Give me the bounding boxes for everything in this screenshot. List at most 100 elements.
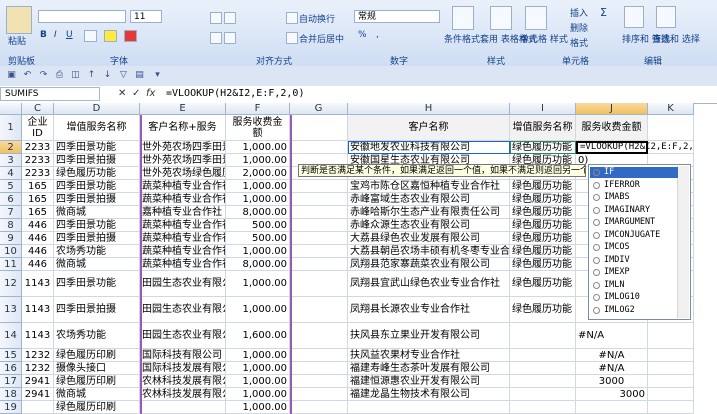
row-header[interactable]: 3 <box>0 154 22 167</box>
cell[interactable]: 福建恒源惠农业开发有限公司 <box>348 375 510 388</box>
row-header[interactable]: 1 <box>0 115 22 141</box>
row-header[interactable]: 17 <box>0 375 22 388</box>
cell[interactable]: 446 <box>22 219 54 232</box>
cell[interactable] <box>290 362 348 375</box>
insert-button[interactable]: 插入 <box>570 6 588 19</box>
row-header[interactable]: 10 <box>0 245 22 258</box>
cell[interactable]: 1232 <box>22 362 54 375</box>
cell-style-icon[interactable] <box>525 6 547 30</box>
cell[interactable] <box>510 323 576 349</box>
chart-icon[interactable]: ▤ <box>134 70 145 81</box>
cell[interactable]: 3000 <box>576 388 648 401</box>
autocomplete-item[interactable]: IF <box>590 167 678 178</box>
fill-color-icon[interactable] <box>104 30 117 42</box>
autocomplete-item[interactable]: IMCONJUGATE <box>590 230 678 241</box>
cell[interactable]: 1143 <box>22 297 54 323</box>
column-header-g[interactable]: G <box>290 103 348 115</box>
cell[interactable]: 绿色履历印刷 <box>54 375 140 388</box>
row-header[interactable]: 14 <box>0 323 22 349</box>
cell[interactable]: 绿色履历功能 <box>510 258 576 271</box>
cell[interactable]: 绿色履历功能 <box>510 193 576 206</box>
cell[interactable]: 446 <box>22 258 54 271</box>
sort-desc-icon[interactable]: ↓ <box>102 70 113 81</box>
table-header-cell[interactable] <box>290 115 348 141</box>
underline-button[interactable]: U <box>66 30 73 40</box>
autosum-button[interactable]: Σ <box>600 6 607 19</box>
cell[interactable]: 绿色履历功能 <box>510 245 576 258</box>
align-center-icon[interactable] <box>224 32 236 44</box>
paste-icon[interactable] <box>6 6 32 34</box>
align-middle-icon[interactable] <box>224 12 236 24</box>
wrap-text-button[interactable]: 自动换行 <box>299 12 335 25</box>
cell[interactable] <box>576 401 648 414</box>
cell[interactable]: 四季田景拍摄 <box>54 297 140 323</box>
autocomplete-item[interactable]: IMLN <box>590 280 678 291</box>
table-header-cell[interactable]: 客户名称 <box>348 115 510 141</box>
row-header[interactable]: 5 <box>0 180 22 193</box>
redo-icon[interactable]: ↷ <box>38 70 49 81</box>
column-header-j[interactable]: J <box>576 103 648 115</box>
font-color-icon[interactable] <box>124 30 137 42</box>
row-header[interactable]: 4 <box>0 167 22 180</box>
cell[interactable]: 446 <box>22 232 54 245</box>
undo-icon[interactable]: ↶ <box>22 70 33 81</box>
cell[interactable] <box>648 375 694 388</box>
cell[interactable] <box>290 375 348 388</box>
cell[interactable] <box>648 349 694 362</box>
cell[interactable]: 2233 <box>22 167 54 180</box>
cell[interactable] <box>290 193 348 206</box>
font-size-select[interactable]: 11 <box>130 10 162 23</box>
cell[interactable]: 2233 <box>22 154 54 167</box>
table-header-cell[interactable]: 增值服务名称 <box>510 115 576 141</box>
bold-button[interactable]: B <box>40 30 47 40</box>
column-header-e[interactable]: E <box>140 103 226 115</box>
cell[interactable]: 绿色履历功能 <box>510 219 576 232</box>
column-header-d[interactable]: D <box>54 103 140 115</box>
select-all-corner[interactable] <box>0 103 22 115</box>
cell[interactable]: 3000 <box>576 375 648 388</box>
font-name-select[interactable] <box>38 10 126 23</box>
cell[interactable]: 四季田景拍摄 <box>54 232 140 245</box>
autocomplete-item[interactable]: IMCOS <box>590 242 678 253</box>
cell[interactable] <box>290 271 348 297</box>
cell[interactable]: 绿色履历功能 <box>510 206 576 219</box>
cell[interactable] <box>22 401 54 414</box>
cell[interactable]: 微商城 <box>54 258 140 271</box>
cell[interactable]: 赤峰哈斯尔生态产业有限责任公司 <box>348 206 510 219</box>
cell[interactable]: 福建寿峰生态茶叶发展有限公司 <box>348 362 510 375</box>
cell[interactable]: 微商城 <box>54 388 140 401</box>
cell[interactable]: 微商城 <box>54 206 140 219</box>
formula-input[interactable]: =VLOOKUP(H2&I2,E:F,2,0) <box>166 88 304 99</box>
sort-filter-icon[interactable] <box>624 6 644 28</box>
align-left-icon[interactable] <box>210 32 222 44</box>
cancel-icon[interactable]: ✕ <box>118 88 126 99</box>
cell[interactable] <box>290 401 348 414</box>
cell[interactable]: =VLOOKUP(H2&I2,E:F,2, <box>576 141 694 154</box>
autocomplete-item[interactable]: IMLOG10 <box>590 292 678 303</box>
cell[interactable]: 绿色履历印刷 <box>54 349 140 362</box>
row-header[interactable]: 15 <box>0 349 22 362</box>
cell[interactable] <box>290 258 348 271</box>
cell[interactable]: #N/A <box>576 323 648 349</box>
table-header-cell[interactable]: 企业 ID <box>22 115 54 141</box>
cell[interactable] <box>510 349 576 362</box>
cell[interactable]: 绿色履历功能 <box>54 167 140 180</box>
merge-center-button[interactable]: 合并后居中 <box>299 32 344 45</box>
cell[interactable]: 2233 <box>22 141 54 154</box>
cell[interactable] <box>648 323 694 349</box>
cell[interactable]: 绿色履历功能 <box>510 180 576 193</box>
cell[interactable]: 1232 <box>22 349 54 362</box>
cell[interactable]: 绿色履历功能 <box>510 232 576 245</box>
cell[interactable] <box>510 375 576 388</box>
row-header[interactable]: 12 <box>0 271 22 297</box>
row-header[interactable]: 6 <box>0 193 22 206</box>
cell[interactable]: 165 <box>22 193 54 206</box>
cell[interactable]: 凤翔县长源农业专业合作社 <box>348 297 510 323</box>
cell[interactable] <box>510 401 576 414</box>
column-header-h[interactable]: H <box>348 103 510 115</box>
cell[interactable]: 农场秀功能 <box>54 323 140 349</box>
autocomplete-scrollbar[interactable] <box>677 166 689 318</box>
cell-style-button[interactable]: 单元格 样式 <box>520 32 568 45</box>
cell[interactable]: 2941 <box>22 388 54 401</box>
cell[interactable] <box>648 141 694 154</box>
